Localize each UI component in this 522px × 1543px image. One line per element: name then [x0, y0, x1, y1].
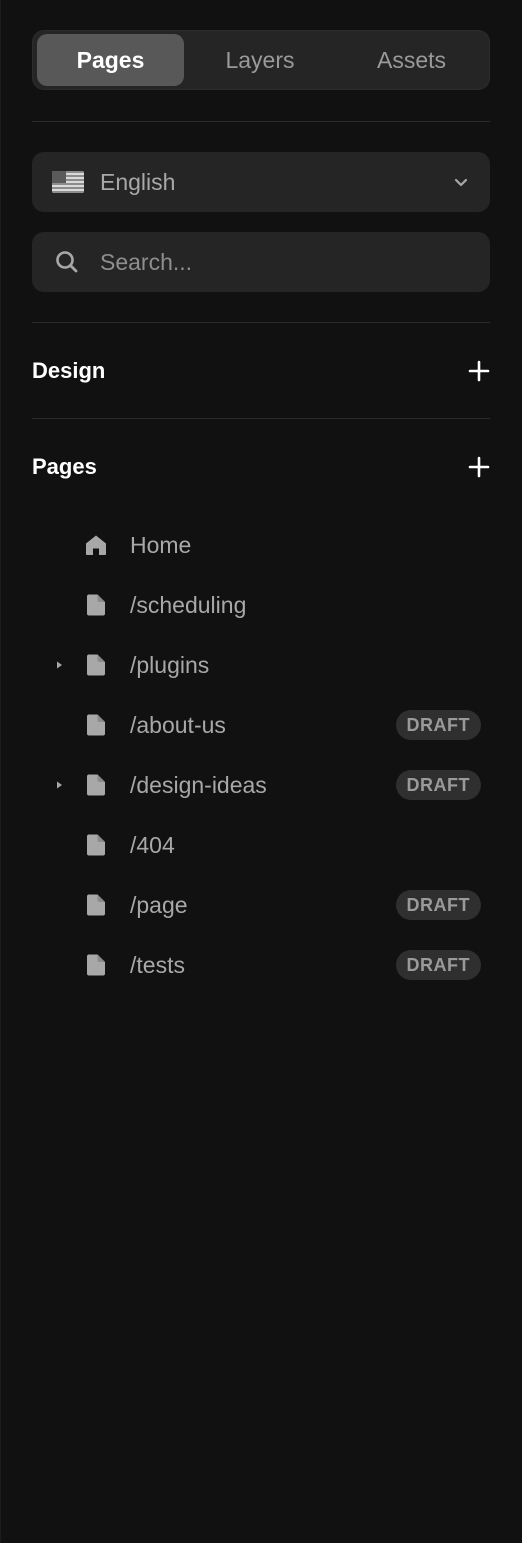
page-icon — [87, 954, 105, 976]
page-icon — [87, 834, 105, 856]
page-item-design-ideas[interactable]: /design-ideas DRAFT — [1, 755, 522, 815]
design-section-header: Design — [32, 353, 490, 389]
tab-assets[interactable]: Assets — [336, 34, 487, 86]
chevron-down-icon — [454, 178, 468, 187]
search-input[interactable] — [100, 248, 468, 276]
page-item-404[interactable]: /404 — [1, 815, 522, 875]
search-box — [32, 232, 490, 292]
us-flag-icon — [52, 171, 84, 193]
page-item-label: /404 — [130, 831, 175, 858]
divider — [32, 418, 490, 419]
search-icon — [56, 251, 78, 273]
panel-tabs: Pages Layers Assets — [32, 30, 490, 90]
pages-section-header: Pages — [32, 449, 490, 485]
page-icon — [87, 714, 105, 736]
page-item-home[interactable]: Home — [1, 515, 522, 575]
pages-panel: Pages Layers Assets English D — [0, 0, 522, 1543]
home-icon — [86, 535, 106, 555]
design-section-title: Design — [32, 358, 106, 383]
divider — [32, 322, 490, 323]
page-item-about-us[interactable]: /about-us DRAFT — [1, 695, 522, 755]
page-item-page[interactable]: /page DRAFT — [1, 875, 522, 935]
page-item-label: /scheduling — [130, 591, 247, 618]
page-item-label: Home — [130, 531, 192, 558]
add-design-button[interactable] — [468, 360, 490, 382]
draft-badge: DRAFT — [395, 950, 481, 980]
locale-select[interactable]: English — [32, 152, 490, 212]
page-item-scheduling[interactable]: /scheduling — [1, 575, 522, 635]
caret-right-icon[interactable] — [54, 660, 64, 670]
page-item-label: /about-us — [130, 711, 226, 738]
page-tree: Home /scheduling /plugins /about-us DRAF… — [1, 515, 522, 995]
pages-section-title: Pages — [32, 454, 97, 479]
page-item-label: /design-ideas — [130, 771, 267, 798]
divider — [32, 121, 490, 122]
page-item-label: /page — [130, 891, 188, 918]
page-icon — [87, 594, 105, 616]
page-item-tests[interactable]: /tests DRAFT — [1, 935, 522, 995]
page-icon — [87, 894, 105, 916]
page-item-label: /plugins — [130, 651, 210, 678]
draft-badge: DRAFT — [395, 890, 481, 920]
caret-right-icon[interactable] — [54, 780, 64, 790]
add-page-button[interactable] — [468, 456, 490, 478]
page-item-label: /tests — [130, 951, 185, 978]
page-icon — [87, 654, 105, 676]
tab-pages[interactable]: Pages — [37, 34, 184, 86]
draft-badge: DRAFT — [395, 710, 481, 740]
page-item-plugins[interactable]: /plugins — [1, 635, 522, 695]
tab-layers[interactable]: Layers — [184, 34, 336, 86]
locale-label: English — [100, 168, 176, 195]
draft-badge: DRAFT — [395, 770, 481, 800]
page-icon — [87, 774, 105, 796]
